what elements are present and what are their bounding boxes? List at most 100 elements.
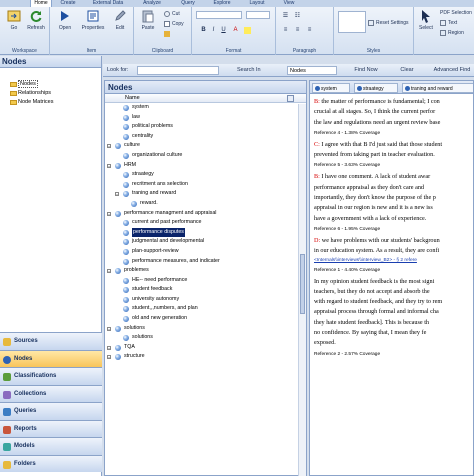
tab-layout[interactable]: Layout — [244, 0, 270, 7]
node-row[interactable]: − structure — [105, 352, 306, 362]
ref-tab-traning-and-reward[interactable]: traning and reward — [402, 83, 473, 93]
node-row[interactable]: − performance managment and appraisal — [105, 209, 306, 219]
node-row[interactable]: centrality — [105, 132, 306, 142]
bold-icon[interactable]: B — [200, 27, 207, 34]
collapse-icon[interactable]: − — [107, 355, 111, 360]
look-for-input[interactable] — [137, 66, 219, 75]
highlight-icon[interactable] — [244, 27, 251, 34]
tab-home[interactable]: Home — [30, 0, 52, 7]
node-row[interactable]: performance disputes — [105, 227, 306, 238]
collapse-icon[interactable]: − — [107, 345, 111, 350]
font-color-icon[interactable]: A — [232, 27, 239, 34]
nav-button-models[interactable]: Models — [0, 437, 102, 455]
refresh-button[interactable]: Refresh — [25, 9, 47, 39]
node-row[interactable]: reward. — [105, 199, 306, 209]
node-row[interactable]: political problems — [105, 122, 306, 132]
nav-button-classifications[interactable]: Classifications — [0, 367, 102, 385]
nav-button-folders[interactable]: Folders — [0, 454, 102, 472]
node-row[interactable]: organizational culture — [105, 151, 306, 161]
nav-button-reports[interactable]: Reports — [0, 419, 102, 437]
nav-button-nodes[interactable]: Nodes — [0, 349, 102, 367]
nav-tree-node-matrices[interactable]: Node Matrices — [0, 98, 101, 107]
node-row[interactable]: law — [105, 113, 306, 123]
clear-button[interactable]: Clear — [397, 66, 417, 75]
properties-icon — [87, 10, 99, 22]
underline-icon[interactable]: U — [220, 27, 227, 34]
node-row[interactable]: − traning and reward — [105, 189, 306, 199]
tab-query[interactable]: Query — [176, 0, 200, 7]
reset-settings-button[interactable]: Reset Settings — [368, 19, 409, 27]
align-right-icon[interactable]: ≡ — [306, 27, 313, 34]
node-row[interactable]: current and past performance — [105, 218, 306, 228]
node-row[interactable]: recritment ans selection — [105, 180, 306, 190]
node-row[interactable]: university autonomy — [105, 295, 306, 305]
collapse-icon[interactable]: − — [107, 326, 111, 331]
collapse-icon[interactable]: − — [107, 163, 111, 168]
node-row[interactable]: judgmental and developmental — [105, 237, 306, 247]
nav-button-queries[interactable]: Queries — [0, 402, 102, 420]
nodes-scrollbar[interactable] — [298, 104, 306, 476]
styles-gallery[interactable] — [338, 11, 366, 33]
node-row[interactable]: performance measures, and indicater — [105, 257, 306, 267]
font-name-select[interactable] — [196, 11, 242, 19]
reference-paragraph: B: the matter of performance is fundamen… — [314, 97, 473, 128]
column-chooser-icon[interactable] — [287, 95, 294, 102]
font-size-select[interactable] — [246, 11, 270, 19]
numbering-icon[interactable]: ☷ — [294, 13, 301, 20]
format-painter-button[interactable] — [164, 30, 172, 38]
tab-external-data[interactable]: External Data — [86, 0, 130, 7]
select-button[interactable]: Select — [415, 9, 437, 39]
align-center-icon[interactable]: ≡ — [294, 27, 301, 34]
tab-view[interactable]: View — [278, 0, 300, 7]
region-button[interactable]: Region — [440, 29, 464, 37]
copy-button[interactable]: Copy — [164, 20, 184, 28]
paste-button[interactable]: Paste — [137, 9, 159, 39]
node-icon — [123, 124, 129, 131]
node-icon — [123, 152, 129, 159]
open-button[interactable]: Open — [54, 9, 76, 39]
scrollbar-thumb[interactable] — [300, 254, 305, 314]
search-in-button[interactable]: Search In — [237, 67, 261, 73]
node-row[interactable]: − HRM — [105, 161, 306, 171]
ref-tab-straategy[interactable]: straategy — [354, 83, 398, 93]
italic-icon[interactable]: I — [210, 27, 217, 34]
nav-button-collections[interactable]: Collections — [0, 384, 102, 402]
find-now-button[interactable]: Find Now — [349, 66, 383, 75]
align-left-icon[interactable]: ≡ — [282, 27, 289, 34]
properties-button[interactable]: Properties — [80, 9, 106, 39]
node-row[interactable]: solutions — [105, 333, 306, 343]
ref-tab-system[interactable]: system — [312, 83, 350, 93]
node-label: judgmental and developmental — [132, 238, 205, 245]
bullets-icon[interactable]: ☰ — [282, 13, 289, 20]
node-row[interactable]: old and new generation — [105, 314, 306, 324]
text-button[interactable]: Text — [440, 19, 457, 27]
node-row[interactable]: student feedback — [105, 285, 306, 295]
name-column-header[interactable]: Name — [105, 94, 306, 103]
go-button[interactable]: Go — [3, 9, 25, 39]
nav-button-sources[interactable]: Sources — [0, 332, 102, 350]
cut-button[interactable]: Cut — [164, 10, 180, 18]
node-row[interactable]: straategy — [105, 170, 306, 180]
node-row[interactable]: student,,,numbers, and plan — [105, 304, 306, 314]
node-row[interactable]: − TQA — [105, 343, 306, 353]
nav-tree-nodes[interactable]: Nodes — [0, 80, 101, 89]
node-row[interactable]: plan-support-review — [105, 247, 306, 257]
collapse-icon[interactable]: − — [107, 144, 111, 149]
tab-explore[interactable]: Explore — [208, 0, 236, 7]
edit-button[interactable]: Edit — [109, 9, 131, 39]
node-row[interactable]: − solutions — [105, 324, 306, 334]
tab-create[interactable]: Create — [56, 0, 80, 7]
pdf-selection-button[interactable]: PDF Selection — [440, 9, 472, 17]
tab-analyze[interactable]: Analyze — [138, 0, 166, 7]
node-row[interactable]: HE-- need performance — [105, 276, 306, 286]
advanced-find-button[interactable]: Advanced Find — [431, 66, 473, 75]
collapse-icon[interactable]: − — [115, 192, 119, 197]
search-in-field[interactable]: Nodes — [287, 66, 337, 75]
collapse-icon[interactable]: − — [107, 211, 111, 216]
node-row[interactable]: − problemes — [105, 266, 306, 276]
nav-tree-relationships[interactable]: Relationships — [0, 89, 101, 98]
node-row[interactable]: − culture — [105, 141, 306, 151]
collapse-icon[interactable]: − — [107, 269, 111, 274]
source-link[interactable]: <Internals\\interviews\\interview_B2> - … — [314, 257, 473, 265]
node-row[interactable]: system — [105, 103, 306, 113]
